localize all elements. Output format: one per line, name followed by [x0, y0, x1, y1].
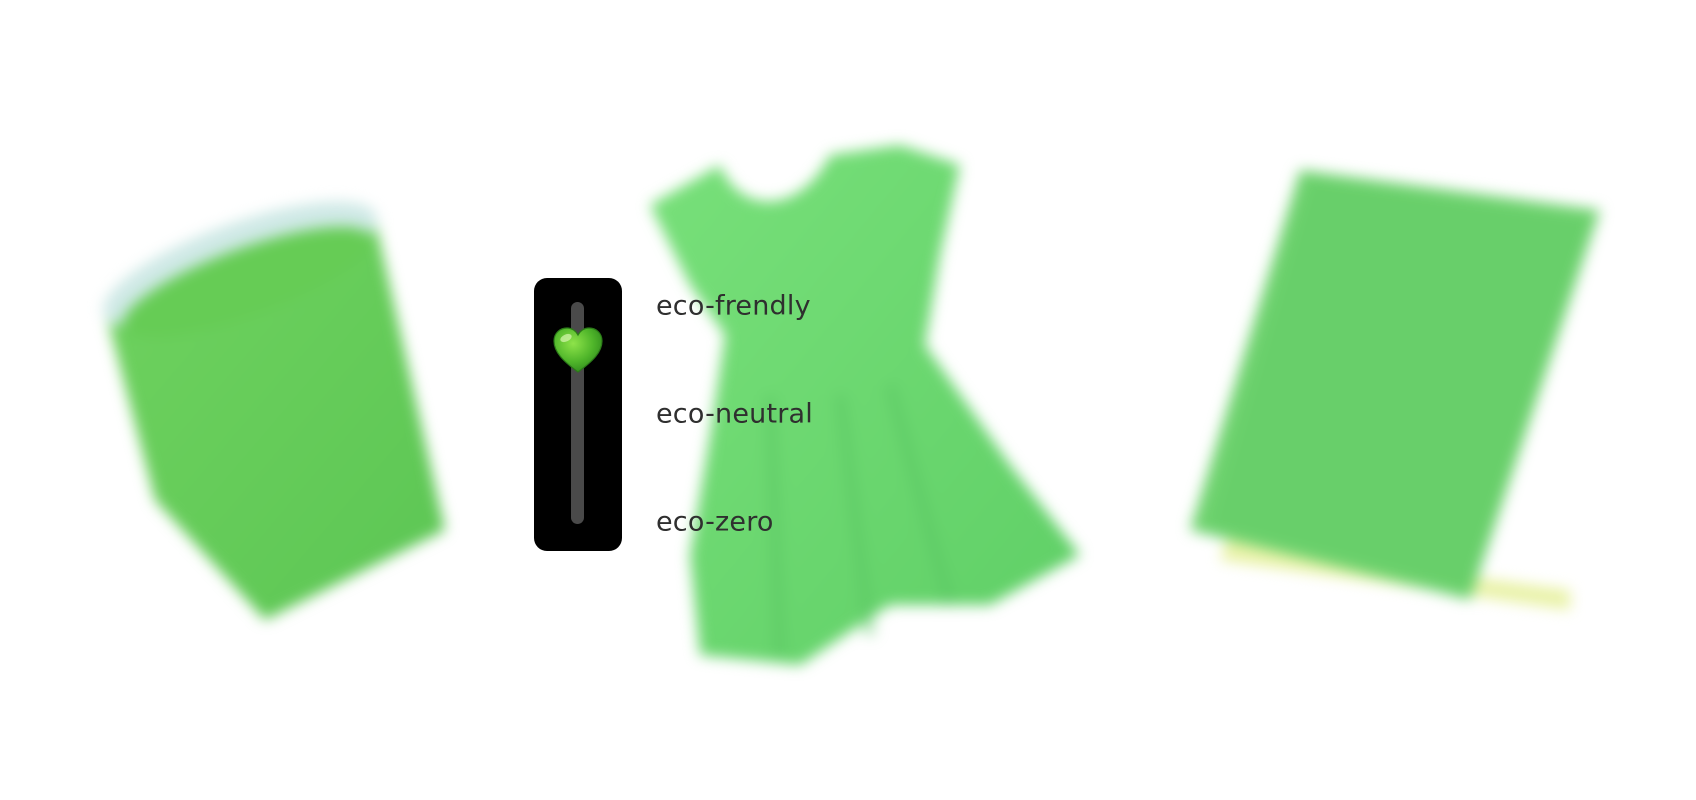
level-label-eco-neutral[interactable]: eco-neutral	[656, 399, 813, 430]
paper-cup-image	[102, 201, 445, 620]
level-label-eco-frendly[interactable]: eco-frendly	[656, 291, 811, 322]
notebook-image	[1190, 170, 1600, 610]
green-heart-icon[interactable]	[551, 324, 605, 378]
slider-level-labels: eco-frendly eco-neutral eco-zero	[656, 278, 896, 551]
level-label-eco-zero[interactable]: eco-zero	[656, 507, 774, 538]
eco-slider-screen: eco-frendly eco-neutral eco-zero	[0, 0, 1696, 800]
eco-slider[interactable]	[534, 278, 622, 551]
